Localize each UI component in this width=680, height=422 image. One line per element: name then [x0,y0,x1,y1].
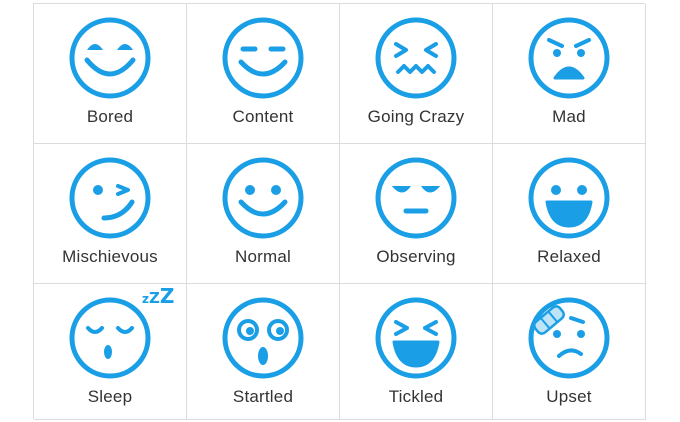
tickled-face-icon [374,296,458,380]
going-crazy-face-icon [374,16,458,100]
emotion-cell-bored[interactable]: Bored [34,4,187,144]
emotion-cell-observing[interactable]: Observing [340,144,493,284]
relaxed-face-icon [527,156,611,240]
emotion-label: Going Crazy [367,107,465,126]
emotion-cell-mad[interactable]: Mad [493,4,646,144]
emotion-label: Tickled [388,387,444,406]
emotion-cell-mischievous[interactable]: Mischievous [34,144,187,284]
emotion-label: Upset [546,387,592,406]
emotion-label: Mad [552,107,586,126]
emotion-cell-tickled[interactable]: Tickled [340,284,493,420]
emotion-label: Bored [86,107,134,126]
bandage-icon [533,305,565,335]
emotion-cell-startled[interactable]: Startled [187,284,340,420]
emotion-label: Mischievous [62,247,158,266]
emotion-cell-upset[interactable]: Upset [493,284,646,420]
emotion-cell-content[interactable]: Content [187,4,340,144]
upset-face-icon [527,296,611,380]
bored-face-icon [68,16,152,100]
emotion-label: Observing [376,247,456,266]
mischievous-face-icon [68,156,152,240]
sleep-face-icon [68,296,152,380]
emotion-label: Content [232,107,294,126]
emotion-label: Relaxed [537,247,601,266]
emotion-cell-relaxed[interactable]: Relaxed [493,144,646,284]
normal-face-icon [221,156,305,240]
emotion-grid: Bored Content Going Crazy Mad Mischievou… [33,3,646,420]
emotion-label: Sleep [87,387,133,406]
mad-face-icon [527,16,611,100]
content-face-icon [221,16,305,100]
emotion-cell-sleep[interactable]: zZZ Sleep [34,284,187,420]
emotion-cell-going-crazy[interactable]: Going Crazy [340,4,493,144]
emotion-cell-normal[interactable]: Normal [187,144,340,284]
emotion-label: Startled [232,387,294,406]
emotion-label: Normal [235,247,291,266]
observing-face-icon [374,156,458,240]
startled-face-icon [221,296,305,380]
sleep-zzz-icon: zZZ [142,284,175,308]
